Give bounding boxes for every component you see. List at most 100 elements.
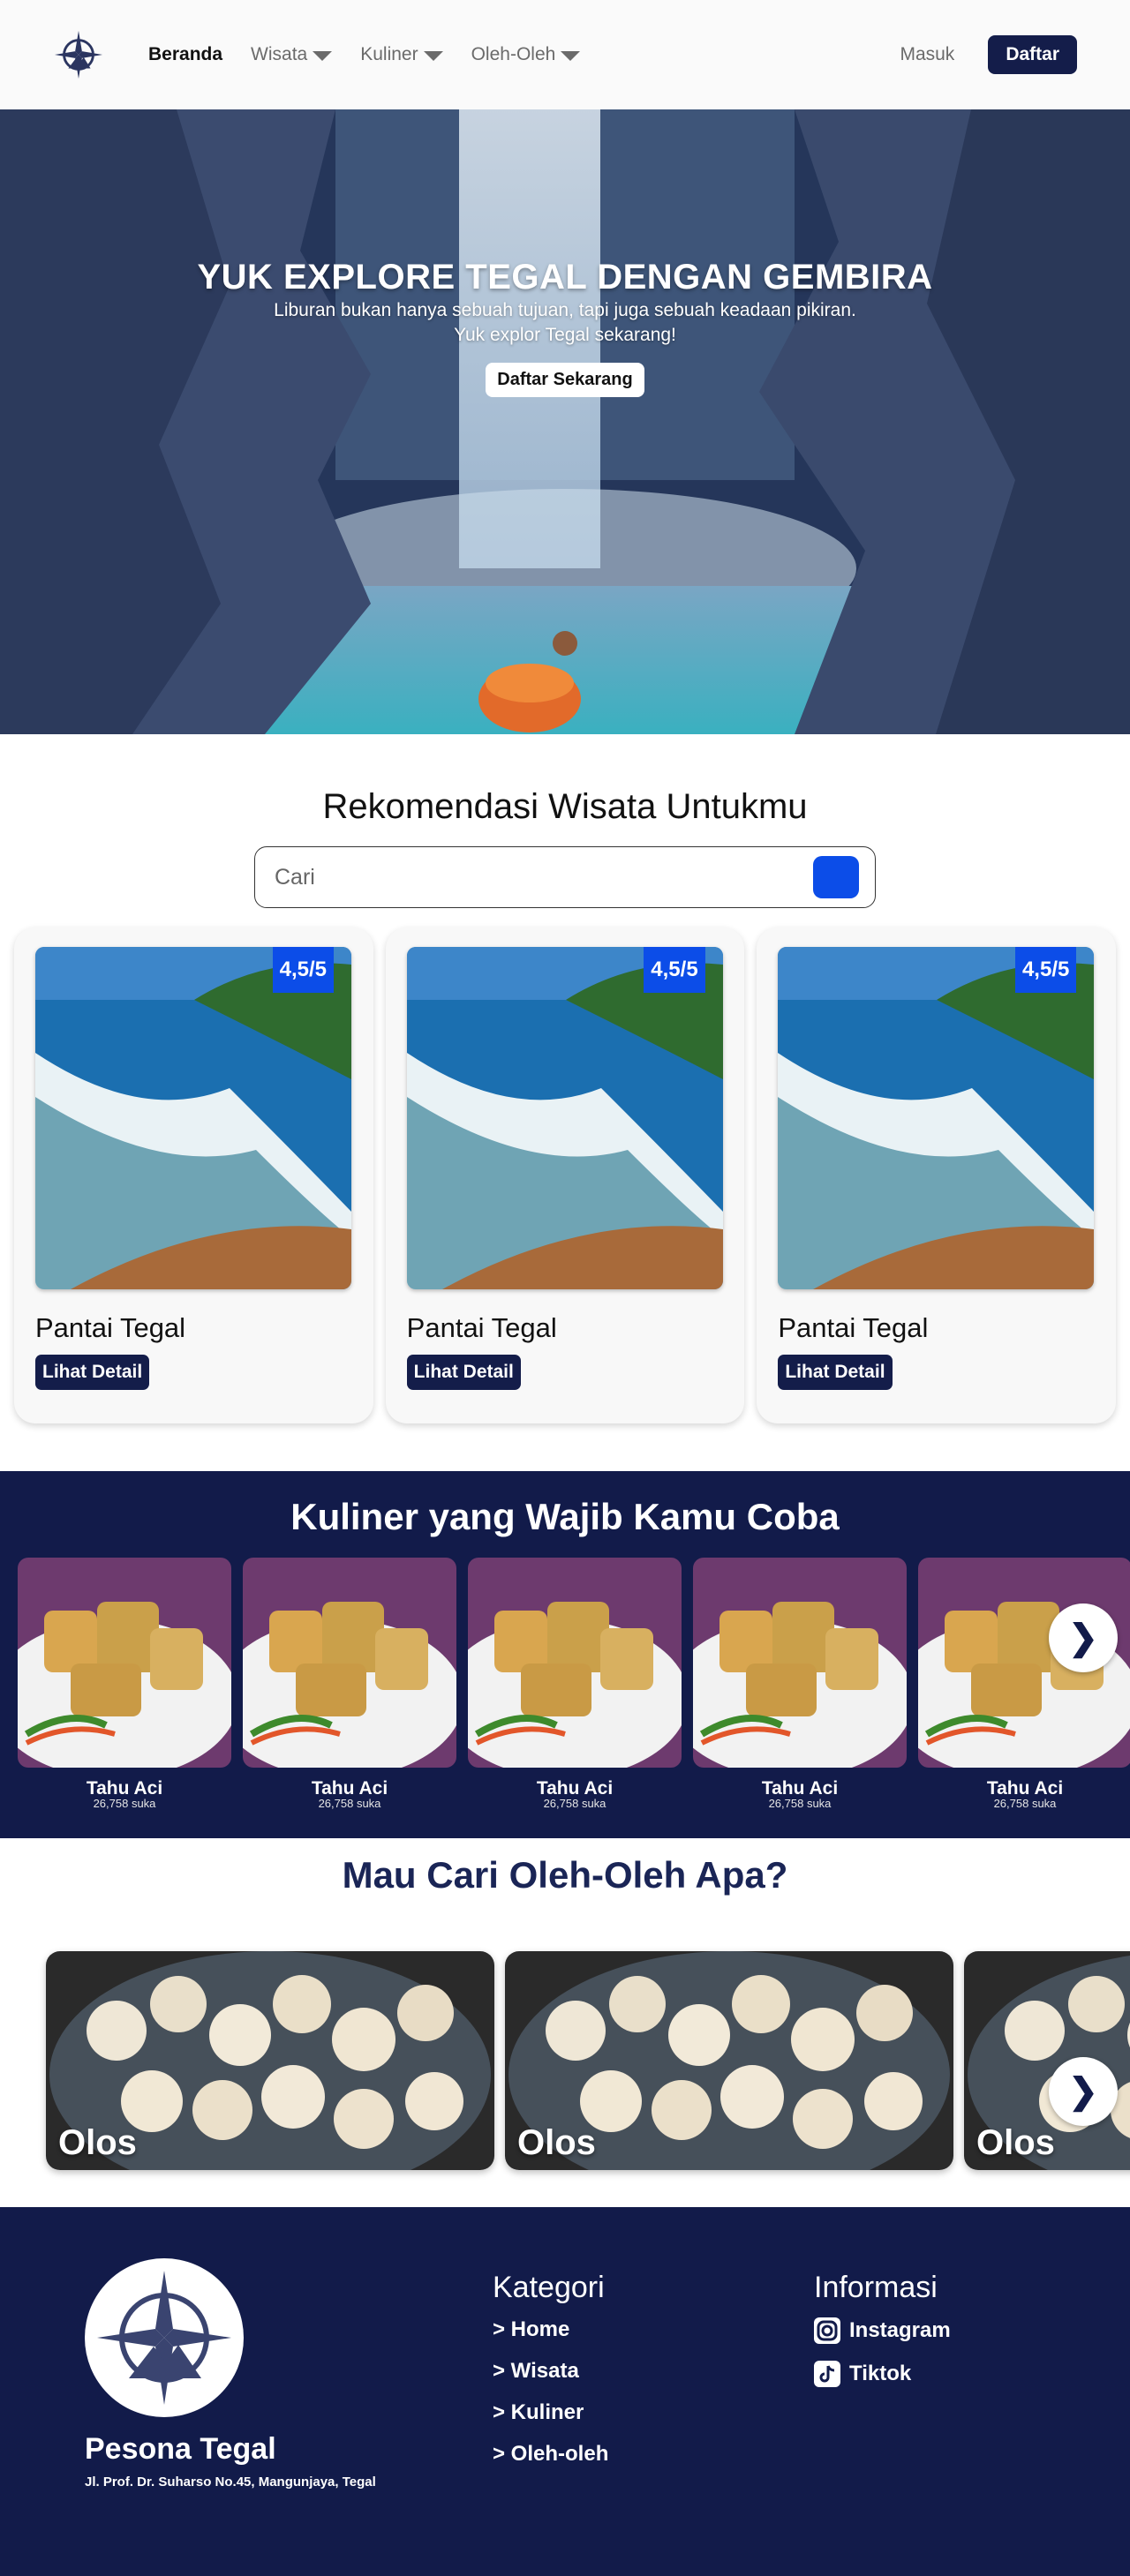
footer-kategori-title: Kategori (493, 2271, 605, 2304)
souvenir-name: Olos (58, 2123, 137, 2162)
nav-oleh-oleh[interactable]: Oleh-Oleh (471, 44, 581, 65)
hero-signup-button[interactable]: Daftar Sekarang (486, 363, 644, 397)
souvenir-card[interactable]: Olos (505, 1951, 953, 2170)
detail-button[interactable]: Lihat Detail (35, 1355, 150, 1390)
tahu-aci-image (693, 1558, 907, 1768)
food-card[interactable]: Tahu Aci 26,758 suka (918, 1558, 1130, 1810)
footer-link-oleh-oleh[interactable]: > Oleh-oleh (493, 2442, 608, 2467)
souvenir-name: Olos (517, 2123, 596, 2162)
food-name: Tahu Aci (986, 1778, 1064, 1799)
main-menu: Beranda Wisata Kuliner Oleh-Oleh (148, 44, 581, 65)
caret-down-icon (423, 50, 443, 61)
tahu-aci-image (243, 1558, 456, 1768)
beach-image: 4,5/5 (778, 947, 1095, 1289)
food-likes: 26,758 suka (543, 1797, 606, 1810)
food-likes: 26,758 suka (93, 1797, 156, 1810)
nav-wisata-label: Wisata (251, 44, 308, 64)
recommendation-title: Rekomendasi Wisata Untukmu (322, 787, 808, 826)
kuliner-section: Kuliner yang Wajib Kamu Coba Tahu Aci 26… (0, 1471, 1130, 1838)
rating-badge: 4,5/5 (272, 947, 334, 993)
beach-photo (778, 947, 1095, 1289)
rating-badge: 4,5/5 (1014, 947, 1077, 993)
detail-button[interactable]: Lihat Detail (778, 1355, 893, 1390)
hero-title: YUK EXPLORE TEGAL DENGAN GEMBIRA (197, 258, 933, 297)
nav-kuliner[interactable]: Kuliner (360, 44, 443, 65)
tahu-aci-image (18, 1558, 231, 1768)
hero-subtitle-2: Yuk explor Tegal sekarang! (454, 325, 676, 345)
compass-logo-icon[interactable] (53, 29, 104, 80)
beach-photo (35, 947, 351, 1289)
footer: Pesona Tegal Jl. Prof. Dr. Suharso No.45… (0, 2207, 1130, 2576)
footer-link-wisata[interactable]: > Wisata (493, 2359, 608, 2384)
destination-cards: 4,5/5 Pantai Tegal Lihat Detail 4,5/5 Pa… (0, 928, 1130, 1423)
caret-down-icon (313, 50, 333, 61)
oleh-oleh-carousel: Olos Olos Olos (46, 1951, 1130, 2170)
food-card[interactable]: Tahu Aci 26,758 suka (243, 1558, 456, 1810)
recommendation-section: Rekomendasi Wisata Untukmu 4,5/5 Pantai … (0, 734, 1130, 1471)
footer-link-instagram[interactable]: Instagram (814, 2317, 951, 2344)
food-likes: 26,758 suka (768, 1797, 832, 1810)
tahu-aci-image (468, 1558, 682, 1768)
hero-text: YUK EXPLORE TEGAL DENGAN GEMBIRA Liburan… (0, 258, 1130, 397)
destination-card: 4,5/5 Pantai Tegal Lihat Detail (385, 928, 745, 1423)
caret-down-icon (561, 50, 581, 61)
food-likes: 26,758 suka (993, 1797, 1057, 1810)
detail-button[interactable]: Lihat Detail (406, 1355, 521, 1390)
food-name: Tahu Aci (311, 1778, 388, 1799)
food-card[interactable]: Tahu Aci 26,758 suka (693, 1558, 907, 1810)
search-button[interactable] (813, 856, 859, 898)
beach-image: 4,5/5 (406, 947, 723, 1289)
footer-link-tiktok[interactable]: Tiktok (814, 2361, 951, 2387)
chevron-right-icon: ❯ (1068, 1618, 1098, 1657)
kuliner-next-button[interactable]: ❯ (1049, 1603, 1118, 1672)
food-name: Tahu Aci (536, 1778, 614, 1799)
footer-kategori: Kategori > Home > Wisata > Kuliner > Ole… (493, 2271, 608, 2483)
nav-beranda[interactable]: Beranda (148, 44, 222, 65)
rating-badge: 4,5/5 (644, 947, 705, 993)
nav-kuliner-label: Kuliner (360, 44, 418, 64)
compass-emblem-icon (97, 2271, 231, 2405)
destination-name: Pantai Tegal (35, 1312, 186, 1343)
beach-image: 4,5/5 (35, 947, 351, 1289)
footer-link-kuliner[interactable]: > Kuliner (493, 2400, 608, 2425)
hero-subtitle-1: Liburan bukan hanya sebuah tujuan, tapi … (274, 300, 856, 320)
tiktok-icon (814, 2361, 840, 2387)
destination-name: Pantai Tegal (406, 1312, 557, 1343)
destination-card: 4,5/5 Pantai Tegal Lihat Detail (14, 928, 373, 1423)
footer-brand-name: Pesona Tegal (85, 2432, 276, 2466)
food-name: Tahu Aci (761, 1778, 839, 1799)
waterfall-canyon-image (0, 109, 1130, 734)
kuliner-carousel: Tahu Aci 26,758 suka Tahu Aci 26,758 suk… (18, 1558, 1130, 1810)
instagram-icon (814, 2317, 840, 2344)
souvenir-name: Olos (976, 2123, 1055, 2162)
chevron-right-icon: ❯ (1068, 2072, 1098, 2111)
souvenir-card[interactable]: Olos (964, 1951, 1130, 2170)
tiktok-label: Tiktok (849, 2362, 912, 2385)
login-link[interactable]: Masuk (900, 44, 954, 65)
kuliner-title: Kuliner yang Wajib Kamu Coba (290, 1496, 840, 1537)
footer-informasi: Informasi Instagram Tiktok (814, 2271, 951, 2404)
nav-beranda-label: Beranda (148, 44, 223, 64)
food-card[interactable]: Tahu Aci 26,758 suka (468, 1558, 682, 1810)
oleh-oleh-title: Mau Cari Oleh-Oleh Apa? (342, 1854, 788, 1896)
food-card[interactable]: Tahu Aci 26,758 suka (18, 1558, 231, 1810)
footer-informasi-title: Informasi (814, 2271, 938, 2304)
signup-button[interactable]: Daftar (988, 35, 1077, 74)
footer-link-home[interactable]: > Home (493, 2317, 608, 2342)
oleh-oleh-section: Mau Cari Oleh-Oleh Apa? Olos Olos Olos ❯ (0, 1838, 1130, 2207)
destination-name: Pantai Tegal (778, 1312, 929, 1343)
footer-address: Jl. Prof. Dr. Suharso No.45, Mangunjaya,… (85, 2475, 376, 2490)
nav-oleh-oleh-label: Oleh-Oleh (471, 44, 556, 64)
food-likes: 26,758 suka (318, 1797, 381, 1810)
beach-photo (406, 947, 723, 1289)
food-name: Tahu Aci (86, 1778, 163, 1799)
footer-logo (85, 2258, 244, 2417)
navbar: Beranda Wisata Kuliner Oleh-Oleh Masuk D… (0, 0, 1130, 109)
search-input[interactable] (275, 864, 813, 890)
oleh-oleh-next-button[interactable]: ❯ (1049, 2057, 1118, 2126)
destination-card: 4,5/5 Pantai Tegal Lihat Detail (757, 928, 1117, 1423)
souvenir-card[interactable]: Olos (46, 1951, 494, 2170)
hero-banner: YUK EXPLORE TEGAL DENGAN GEMBIRA Liburan… (0, 109, 1130, 734)
instagram-label: Instagram (849, 2318, 951, 2342)
nav-wisata[interactable]: Wisata (251, 44, 333, 65)
